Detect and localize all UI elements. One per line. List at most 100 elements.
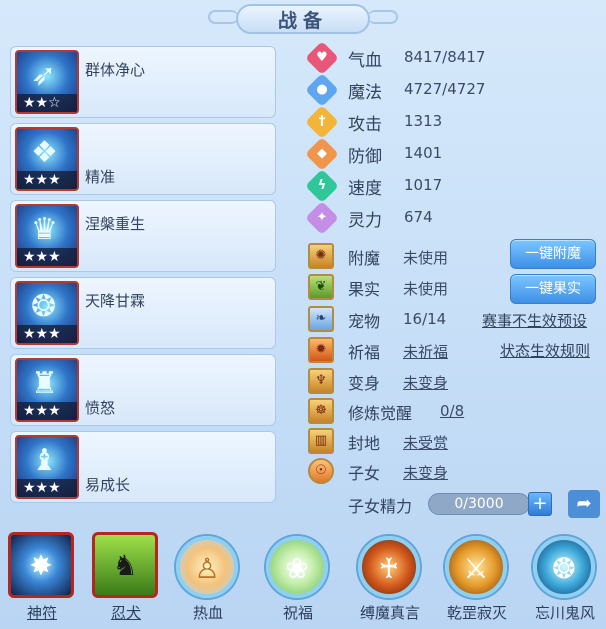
feature-value-link[interactable]: 未祈福 [403, 341, 448, 362]
cultivate-icon: ☸ [308, 398, 334, 424]
spear-icon: ⚔ [445, 536, 507, 598]
stat-value: 8417/8417 [404, 48, 486, 66]
bottom-item-dog[interactable]: ♞ 忍犬 [86, 528, 166, 628]
bottom-item-label: 祝福 [282, 604, 313, 622]
stat-value: 1313 [404, 112, 443, 130]
skill-stars: ★★★ [17, 479, 77, 497]
feature-label: 附魔 [348, 249, 381, 268]
lightning-icon: ϟ [305, 169, 339, 203]
stat-defense: ◆ 防御 1401 [305, 137, 516, 171]
stat-value: 4727/4727 [404, 80, 486, 98]
skill-stars: ★★★ [17, 325, 77, 343]
feature-value: 未使用 [403, 280, 449, 298]
heart-icon: ♥ [305, 41, 339, 75]
phoenix-mask-icon: ♛ ★★★ [15, 204, 79, 268]
stat-value: 674 [404, 208, 433, 226]
skill-card[interactable]: ♛ ★★★ 涅槃重生 [10, 200, 276, 272]
feature-value-link[interactable]: 未变身 [403, 372, 448, 393]
bottom-item-label: 缚魔真言 [359, 604, 420, 622]
skill-card[interactable]: ❂ ★★★ 天降甘霖 [10, 277, 276, 349]
skill-stars: ★★★ [17, 248, 77, 266]
title-ornament-left [208, 10, 238, 24]
stat-label: 速度 [348, 179, 382, 199]
bottom-item-label: 忍犬 [110, 604, 141, 622]
transform-icon: ♆ [308, 368, 334, 394]
stat-label: 灵力 [348, 211, 382, 231]
page-title: 战备 [236, 4, 370, 34]
bottom-item-hotblood[interactable]: ♙ 热血 [168, 528, 248, 628]
feature-fief: ▥ 封地 未受赏 [306, 427, 602, 455]
enchant-icon: ✺ [308, 243, 334, 269]
wolf-icon: ♞ [92, 532, 158, 598]
feature-value: 未使用 [403, 249, 449, 267]
bottom-item-ghost-wind[interactable]: ❂ 忘川鬼风 [525, 528, 605, 628]
child-energy-value: 0/3000 [454, 496, 504, 512]
feature-label: 修炼觉醒 [348, 404, 413, 423]
skill-name: 群体净心 [85, 61, 146, 79]
skill-stars: ★★☆ [17, 94, 77, 112]
child-icon: ☉ [308, 458, 334, 484]
stat-spirit: ✦ 灵力 674 [305, 201, 516, 235]
bottom-item-label: 神符 [26, 604, 57, 622]
rage-mask-icon: ♜ ★★★ [15, 358, 79, 422]
stat-mp: ● 魔法 4727/4727 [305, 73, 516, 107]
bottom-item-rune[interactable]: ✸ 神符 [2, 528, 82, 628]
ghost-wind-icon: ❂ [533, 536, 595, 598]
feature-label: 祈福 [348, 343, 381, 362]
child-energy-bar: 0/3000 [428, 493, 530, 515]
feature-transform: ♆ 变身 未变身 [306, 367, 602, 395]
stat-value: 1401 [404, 144, 443, 162]
add-energy-button[interactable]: + [528, 492, 552, 516]
page-title-text: 战备 [277, 9, 328, 32]
pray-icon: ✹ [308, 337, 334, 363]
stat-speed: ϟ 速度 1017 [305, 169, 516, 203]
skill-name: 愤怒 [85, 399, 116, 417]
rune-icon: ✸ [8, 532, 74, 598]
bottom-item-demon-bind[interactable]: ♰ 缚魔真言 [350, 528, 430, 628]
skill-card[interactable]: ❖ ★★★ 精准 [10, 123, 276, 195]
skill-stars: ★★★ [17, 402, 77, 420]
feature-label: 宠物 [348, 312, 381, 331]
spirit-icon: ✦ [305, 201, 339, 235]
feature-value-link[interactable]: 未受赏 [403, 432, 448, 453]
status-rules-link[interactable]: 状态生效规则 [500, 340, 590, 361]
growth-mask-icon: ♝ ★★★ [15, 435, 79, 499]
feature-label: 封地 [348, 434, 381, 453]
fruit-icon: ❦ [308, 274, 334, 300]
stat-attack: † 攻击 1313 [305, 105, 516, 139]
bow-icon: ➶ ★★☆ [15, 50, 79, 114]
flame-mask-icon: ❖ ★★★ [15, 127, 79, 191]
warrior-icon: ♙ [176, 536, 238, 598]
skill-stars: ★★★ [17, 171, 77, 189]
feature-value: 16/14 [403, 310, 447, 328]
rain-mask-icon: ❂ ★★★ [15, 281, 79, 345]
bottom-item-label: 忘川鬼风 [534, 604, 595, 622]
skill-name: 精准 [85, 168, 116, 186]
bottom-item-spear[interactable]: ⚔ 乾罡寂灭 [437, 528, 517, 628]
title-ornament-right [368, 10, 398, 24]
stat-value: 1017 [404, 176, 443, 194]
one-click-fruit-button[interactable]: 一键果实 [510, 274, 596, 304]
skill-name: 天降甘霖 [85, 292, 146, 310]
demon-bind-icon: ♰ [358, 536, 420, 598]
feature-label: 子女 [348, 464, 381, 483]
feature-child: ☉ 子女 未变身 [306, 457, 602, 485]
bottom-item-blessing[interactable]: ❀ 祝福 [258, 528, 338, 628]
skill-card[interactable]: ➶ ★★☆ 群体净心 [10, 46, 276, 118]
feature-label: 果实 [348, 280, 381, 299]
skill-card[interactable]: ♝ ★★★ 易成长 [10, 431, 276, 503]
pet-icon: ❧ [308, 306, 334, 332]
shield-icon: ◆ [305, 137, 339, 171]
stat-label: 气血 [348, 51, 382, 71]
feature-value-link[interactable]: 未变身 [403, 462, 448, 483]
stat-hp: ♥ 气血 8417/8417 [305, 41, 516, 75]
bottom-item-label: 热血 [192, 604, 223, 622]
bottom-item-label: 乾罡寂灭 [446, 604, 507, 622]
share-icon[interactable]: ➦ [568, 490, 600, 518]
feature-label: 变身 [348, 374, 381, 393]
feature-value-link[interactable]: 0/8 [440, 402, 464, 420]
stat-label: 防御 [348, 147, 382, 167]
one-click-enchant-button[interactable]: 一键附魔 [510, 239, 596, 269]
skill-card[interactable]: ♜ ★★★ 愤怒 [10, 354, 276, 426]
event-preset-link[interactable]: 赛事不生效预设 [482, 310, 587, 331]
